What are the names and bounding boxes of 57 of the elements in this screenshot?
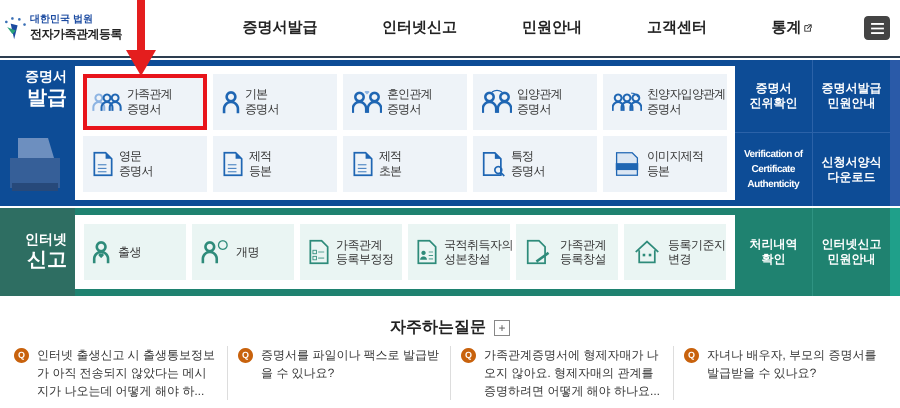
nav-link[interactable]: 고객센터	[646, 16, 707, 40]
section-title: 신고	[27, 248, 67, 274]
faq-link[interactable]: 인터넷 출생신고 시 출생통보정보가 아직 전송되지 않았다는 메시지가 나오는데 어떻게 해야 하...	[37, 346, 217, 400]
menu-button[interactable]	[864, 16, 890, 40]
site-title: 전자가족관계등록	[30, 26, 122, 42]
certificate-tile[interactable]: 영문 증명서	[83, 136, 207, 192]
question-badge: Q	[238, 348, 253, 363]
certificate-tile[interactable]: 제적 초본	[343, 136, 467, 192]
report-tile[interactable]: 등록기준지 변경	[624, 224, 726, 280]
report-tile[interactable]: 가족관계 등록부정정	[300, 224, 402, 280]
people-arrows-icon	[482, 89, 512, 115]
document-search-icon	[482, 151, 506, 177]
nav-link[interactable]: 인터넷신고	[382, 16, 458, 40]
more-button[interactable]: +	[494, 320, 510, 336]
quick-link[interactable]: 증명서 진위확인	[735, 60, 812, 133]
person-icon	[222, 89, 240, 115]
report-tile[interactable]: 출생	[84, 224, 186, 280]
checklist-icon	[308, 239, 330, 265]
pregnant-person-icon	[92, 239, 112, 265]
section-title: 발급	[27, 86, 67, 110]
certificate-tile[interactable]: 기본 증명서	[213, 74, 337, 130]
certificate-tile[interactable]: 이미지제적 등본	[603, 136, 727, 192]
external-link-icon	[804, 24, 812, 32]
id-document-icon	[416, 239, 438, 265]
question-badge: Q	[461, 348, 476, 363]
question-badge: Q	[684, 348, 699, 363]
faq-title: 자주하는질문	[390, 318, 486, 338]
quick-link[interactable]: 인터넷신고 민원안내	[812, 208, 890, 296]
certificate-tile[interactable]: 친양자입양관계 증명서	[603, 74, 727, 130]
org-name: 대한민국 법원	[30, 14, 94, 27]
quick-link[interactable]: 처리내역 확인	[735, 208, 812, 296]
question-badge: Q	[14, 348, 29, 363]
report-tile[interactable]: 가족관계 등록창설	[516, 224, 618, 280]
nav-link[interactable]: 증명서발급	[242, 16, 318, 40]
faq-link[interactable]: 자녀나 배우자, 부모의 증명서를 발급받을 수 있나요?	[707, 346, 886, 400]
person-refresh-icon	[200, 239, 230, 265]
document-icon	[92, 151, 114, 177]
certificate-tile[interactable]: 제적 등본	[213, 136, 337, 192]
logo-icon	[2, 15, 28, 41]
report-tile[interactable]: 국적취득자의 성본창설	[408, 224, 510, 280]
certificate-tile[interactable]: 가족관계 증명서	[83, 74, 207, 130]
document-icon	[352, 151, 374, 177]
certificate-tile[interactable]: 혼인관계 증명서	[343, 74, 467, 130]
section-label: 인터넷	[25, 230, 67, 248]
faq-link[interactable]: 증명서를 파일이나 팩스로 발급받을 수 있나요?	[261, 346, 440, 400]
quick-link[interactable]: 신청서양식 다운로드	[812, 133, 890, 206]
couple-icon	[352, 89, 382, 115]
nav-link[interactable]: 민원안내	[522, 16, 582, 40]
quick-link[interactable]: Verification of Certificate Authenticity	[735, 133, 812, 206]
faq-link[interactable]: 가족관계증명서에 형제자매가 나오지 않아요. 형제자매의 관계를 증명하려면 어떻게 해야 하나요...	[484, 346, 663, 400]
section-label: 증명서	[25, 68, 67, 86]
certificate-tile[interactable]: 특정 증명서	[473, 136, 597, 192]
certificate-tile[interactable]: 입양관계 증명서	[473, 74, 597, 130]
document-icon	[222, 151, 244, 177]
menu-icon	[870, 22, 884, 34]
nav-link[interactable]: 통계	[772, 16, 812, 40]
report-tile[interactable]: 개명	[192, 224, 294, 280]
